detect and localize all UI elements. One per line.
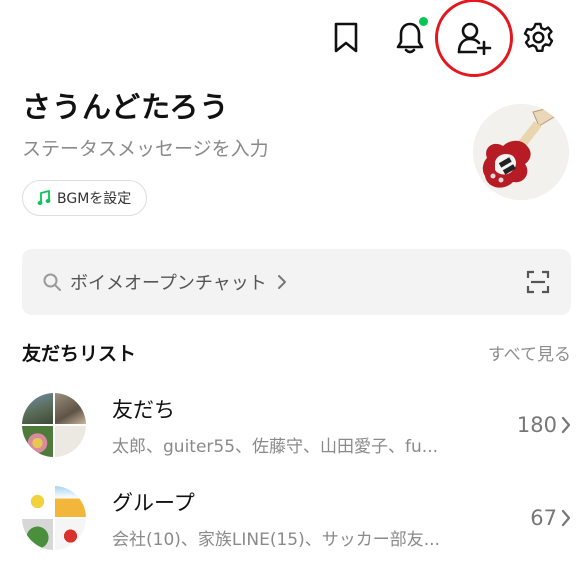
friends-row-text: 友だち 太郎、guiter55、佐藤守、山田愛子、fu... [112, 394, 511, 457]
friend-avatar-2 [55, 393, 86, 424]
bookmark-button[interactable] [314, 14, 378, 62]
groups-count: 67 [530, 506, 557, 530]
friend-avatar-4 [55, 426, 86, 457]
add-friend-button[interactable] [435, 0, 513, 77]
row-subtitle: 会社(10)、家族LINE(15)、サッカー部友... [112, 529, 440, 550]
highlight-circle [435, 0, 513, 77]
list-item-groups[interactable]: グループ 会社(10)、家族LINE(15)、サッカー部友... 67 [22, 476, 571, 560]
bgm-label: BGMを設定 [57, 191, 132, 207]
profile-name[interactable]: さうんどたろう [22, 84, 229, 126]
chevron-right-icon [277, 275, 286, 289]
row-title: 友だち [112, 397, 175, 422]
scan-button[interactable] [523, 267, 553, 297]
groups-row-text: グループ 会社(10)、家族LINE(15)、サッカー部友... [112, 487, 524, 550]
electric-guitar-icon [473, 104, 569, 200]
search-label: ボイメオープンチャット [70, 273, 267, 294]
settings-button[interactable] [506, 14, 570, 62]
group-avatar-1 [22, 486, 53, 517]
bell-icon [396, 22, 424, 54]
profile-avatar[interactable] [473, 104, 569, 200]
friends-count: 180 [516, 413, 557, 437]
gear-icon [523, 22, 554, 52]
group-avatar-4 [55, 519, 86, 550]
row-count: 67 [530, 506, 571, 530]
row-count: 180 [517, 413, 571, 437]
bookmark-icon [334, 22, 358, 53]
group-avatar-3 [22, 519, 53, 550]
friend-avatar-3 [22, 426, 53, 457]
friends-section-header: 友だちリスト すべて見る [22, 336, 571, 368]
row-subtitle: 太郎、guiter55、佐藤守、山田愛子、fu... [112, 436, 439, 457]
groups-avatar-grid [22, 486, 86, 550]
music-note-icon [37, 190, 51, 205]
bgm-setting-button[interactable]: BGMを設定 [22, 180, 148, 216]
notification-dot [419, 17, 428, 26]
chevron-right-icon [561, 509, 571, 527]
friend-avatar-1 [22, 393, 53, 424]
friends-avatar-grid [22, 393, 86, 457]
top-toolbar [314, 0, 570, 77]
search-bar[interactable]: ボイメオープンチャット [22, 249, 571, 315]
chevron-right-icon [561, 416, 571, 434]
section-title: 友だちリスト [22, 342, 137, 365]
row-title: グループ [112, 490, 195, 515]
notifications-button[interactable] [378, 14, 442, 62]
list-item-friends[interactable]: 友だち 太郎、guiter55、佐藤守、山田愛子、fu... 180 [22, 383, 571, 467]
search-icon [43, 273, 61, 291]
see-all-link[interactable]: すべて見る [488, 340, 571, 365]
group-avatar-2 [55, 486, 86, 517]
scan-icon [526, 270, 550, 294]
status-message-field[interactable]: ステータスメッセージを入力 [22, 134, 269, 161]
